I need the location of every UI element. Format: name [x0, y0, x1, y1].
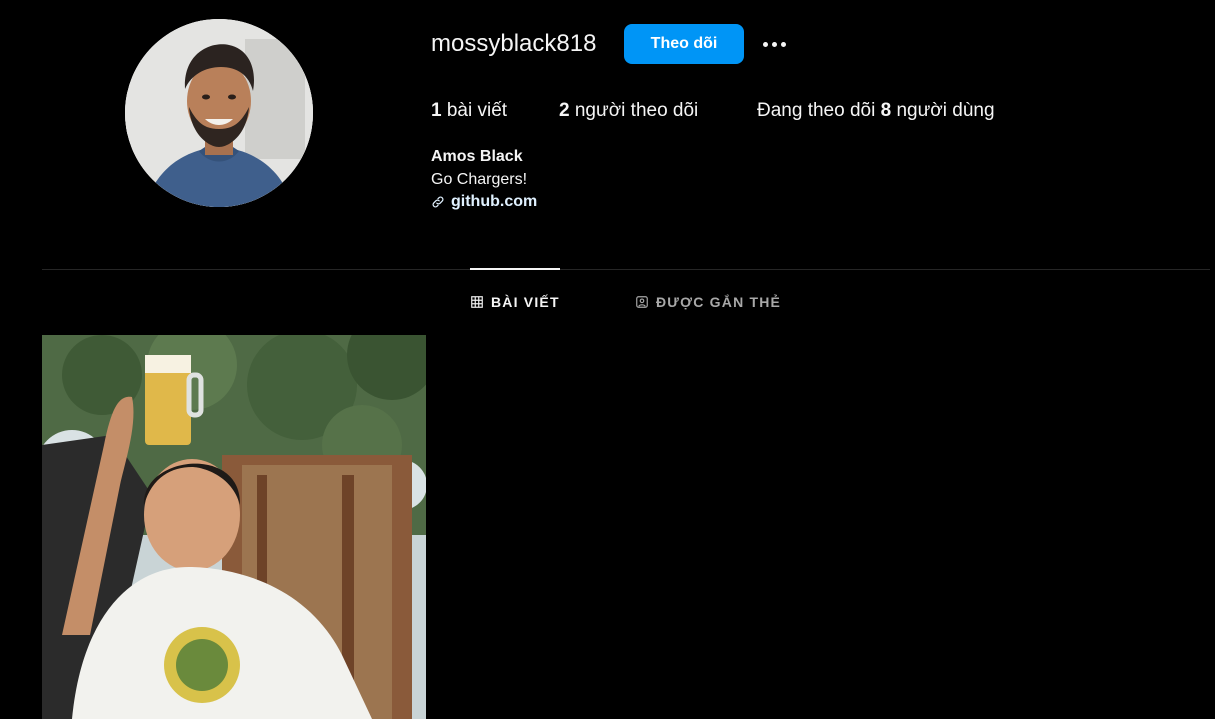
- post-photo: [42, 335, 426, 719]
- posts-label: bài viết: [441, 100, 508, 121]
- tab-tagged[interactable]: ĐƯỢC GẮN THẺ: [635, 292, 781, 312]
- profile-username: mossyblack818: [431, 30, 597, 57]
- profile-page: mossyblack818 Theo dõi 1 bài viết 2 ngườ…: [0, 0, 1215, 719]
- link-icon: [432, 196, 444, 208]
- tab-tagged-label: ĐƯỢC GẮN THẺ: [656, 294, 782, 310]
- tagged-icon: [636, 296, 648, 308]
- followers-count: 2: [559, 100, 570, 121]
- posts-count: 1: [431, 100, 442, 121]
- more-options-icon-dot: [771, 41, 777, 47]
- following-stat[interactable]: Đang theo dõi 8 người dùng: [757, 100, 995, 122]
- following-prefix: Đang theo dõi: [757, 100, 881, 121]
- active-tab-indicator: [470, 268, 560, 270]
- profile-full-name: Amos Black: [431, 148, 523, 165]
- more-options-icon-dot: [780, 41, 786, 47]
- post-thumbnail[interactable]: [42, 335, 426, 719]
- followers-label: người theo dõi: [569, 100, 699, 121]
- profile-website-link[interactable]: github.com: [431, 193, 537, 211]
- profile-bio: Go Chargers!: [431, 171, 528, 188]
- following-count: 8: [880, 100, 892, 121]
- tabs-divider: [42, 269, 1210, 270]
- posts-count-stat: 1 bài viết: [431, 100, 507, 122]
- follow-button[interactable]: Theo dõi: [624, 24, 744, 64]
- following-suffix: người dùng: [891, 100, 995, 121]
- more-options-icon: [762, 41, 768, 47]
- grid-icon: [471, 296, 483, 308]
- more-options-button[interactable]: [756, 28, 792, 60]
- profile-avatar[interactable]: [125, 19, 313, 207]
- avatar-photo: [125, 19, 313, 207]
- profile-website-text: github.com: [451, 193, 538, 210]
- followers-stat[interactable]: 2 người theo dõi: [559, 100, 698, 122]
- tab-posts-label: BÀI VIẾT: [491, 294, 560, 310]
- tab-posts[interactable]: BÀI VIẾT: [470, 292, 560, 312]
